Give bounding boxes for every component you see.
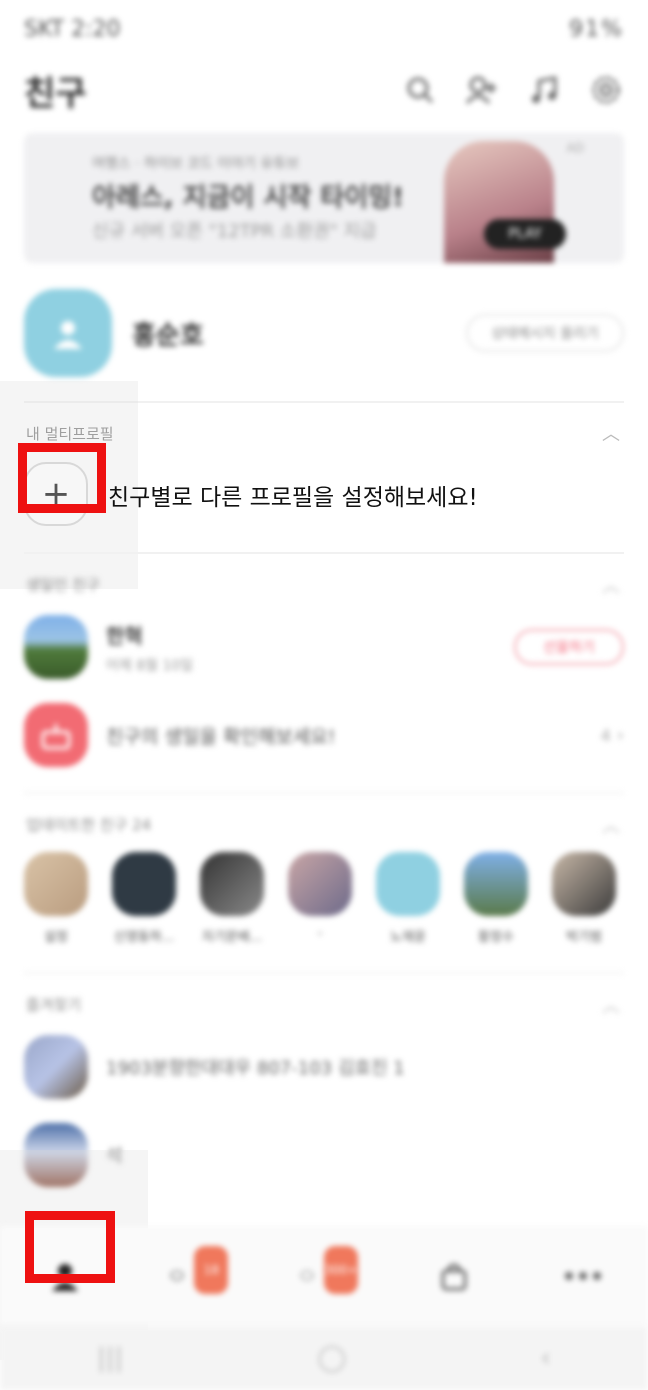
ad-banner[interactable]: 여행스 · 하이브 코드 이야기 유튜브 아레스, 지금이 시작 타이밍! 신규… bbox=[24, 133, 624, 263]
updated-friend-item[interactable]: 설정 bbox=[24, 852, 88, 952]
updated-friend-item[interactable]: 노재윤 bbox=[376, 852, 440, 952]
updated-friend-item[interactable]: 박기범 bbox=[552, 852, 616, 952]
add-friend-icon[interactable] bbox=[464, 72, 500, 108]
back-icon[interactable]: ‹ bbox=[541, 1343, 551, 1373]
avatar bbox=[552, 852, 616, 916]
birthday-friend-row[interactable]: 한혁 어제 8월 10일 선물하기 bbox=[24, 614, 624, 680]
cake-icon bbox=[24, 703, 88, 767]
openchat-badge: 300+ bbox=[323, 1246, 358, 1294]
friend-label: - bbox=[317, 926, 323, 941]
updated-friend-item[interactable]: - bbox=[288, 852, 352, 952]
system-nav-bar: ||| ◯ ‹ bbox=[0, 1326, 648, 1390]
friend-label: 자기문배... bbox=[201, 930, 263, 945]
friend-label: 신영동하... bbox=[113, 930, 175, 945]
favorite-name: 1903분향한대대우 807-103 김효진 1 bbox=[106, 1058, 405, 1079]
multi-profile-prompt[interactable]: 친구별로 다른 프로필을 설정해보세요! bbox=[108, 478, 478, 512]
search-icon[interactable] bbox=[402, 72, 438, 108]
banner-subtitle: 신규 서버 오픈 "12TPR 소환권" 지급 bbox=[92, 221, 377, 242]
more-tab-icon[interactable] bbox=[559, 1252, 607, 1300]
highlight-box-friends-tab bbox=[25, 1211, 115, 1283]
my-profile-row[interactable]: 홍순호 상태메시지 올리기 bbox=[24, 288, 624, 378]
birthday-count: 4 bbox=[600, 725, 611, 745]
gift-label: 선물하기 bbox=[543, 640, 595, 656]
default-person-icon bbox=[54, 321, 82, 349]
avatar bbox=[288, 852, 352, 916]
banner-source: 여행스 · 하이브 코드 이야기 유튜브 bbox=[92, 156, 300, 172]
status-bar: SKT 2:20 91% bbox=[0, 0, 648, 58]
avatar bbox=[200, 852, 264, 916]
play-label: PLAY bbox=[508, 226, 542, 242]
birthday-section-title: 생일인 친구 bbox=[26, 576, 100, 594]
birthday-check-label: 친구의 생일을 확인해보세요! bbox=[106, 725, 336, 748]
ad-label: AD bbox=[566, 141, 584, 155]
divider bbox=[24, 792, 624, 794]
chevron-up-icon[interactable]: ︿ bbox=[602, 420, 620, 446]
chats-badge: 18 bbox=[194, 1246, 229, 1294]
avatar bbox=[112, 852, 176, 916]
friend-label: 노재윤 bbox=[390, 930, 426, 945]
status-message-label: 상태메시지 올리기 bbox=[491, 326, 599, 342]
updated-friends-section-title: 업데이트한 친구 24 bbox=[26, 816, 152, 834]
friend-label: 황정수 bbox=[478, 930, 514, 945]
updated-friend-item[interactable]: 신영동하... bbox=[112, 852, 176, 952]
favorite-row[interactable]: 1903분향한대대우 807-103 김효진 1 bbox=[24, 1034, 624, 1100]
avatar bbox=[464, 852, 528, 916]
openchat-tab-icon[interactable]: 300+ bbox=[300, 1246, 358, 1300]
app-header: 친구 bbox=[0, 58, 648, 122]
avatar bbox=[24, 1035, 88, 1099]
friend-label: 설정 bbox=[44, 930, 68, 945]
avatar bbox=[24, 289, 112, 377]
highlight-box-add-profile bbox=[18, 443, 106, 513]
divider bbox=[24, 972, 624, 974]
chevron-up-icon[interactable]: ︿ bbox=[602, 812, 620, 838]
chevron-up-icon[interactable]: ︿ bbox=[602, 572, 620, 598]
chevron-up-icon[interactable]: ︿ bbox=[602, 992, 620, 1018]
status-right: 91% bbox=[569, 16, 624, 42]
avatar bbox=[24, 852, 88, 916]
banner-play-button[interactable]: PLAY bbox=[484, 219, 566, 249]
updated-friend-item[interactable]: 자기문배... bbox=[200, 852, 264, 952]
music-icon[interactable] bbox=[526, 72, 562, 108]
status-left: SKT 2:20 bbox=[24, 16, 121, 42]
updated-friends-list: 설정 신영동하... 자기문배... - 노재윤 황정수 박기범 bbox=[24, 852, 648, 952]
gift-button[interactable]: 선물하기 bbox=[514, 629, 624, 665]
settings-icon[interactable] bbox=[588, 72, 624, 108]
chevron-right-icon: › bbox=[616, 724, 624, 746]
chats-tab-icon[interactable]: 18 bbox=[170, 1246, 229, 1300]
avatar bbox=[24, 615, 88, 679]
birthday-date: 어제 8월 10일 bbox=[106, 657, 194, 674]
recent-apps-icon[interactable]: ||| bbox=[97, 1343, 123, 1373]
shopping-tab-icon[interactable] bbox=[430, 1252, 478, 1300]
divider bbox=[24, 552, 624, 554]
status-message-button[interactable]: 상태메시지 올리기 bbox=[466, 314, 624, 352]
friend-name: 한혁 bbox=[106, 623, 143, 648]
home-icon[interactable]: ◯ bbox=[317, 1343, 346, 1373]
avatar bbox=[376, 852, 440, 916]
banner-headline: 아레스, 지금이 시작 타이밍! bbox=[92, 183, 405, 213]
header-icons bbox=[402, 72, 624, 108]
my-name: 홍순호 bbox=[132, 320, 204, 351]
updated-friend-item[interactable]: 황정수 bbox=[464, 852, 528, 952]
birthday-check-row[interactable]: 친구의 생일을 확인해보세요! 4 › bbox=[24, 702, 624, 768]
page-title: 친구 bbox=[24, 73, 87, 114]
favorites-section-title: 즐겨찾기 bbox=[26, 996, 82, 1014]
friend-label: 박기범 bbox=[566, 930, 602, 945]
